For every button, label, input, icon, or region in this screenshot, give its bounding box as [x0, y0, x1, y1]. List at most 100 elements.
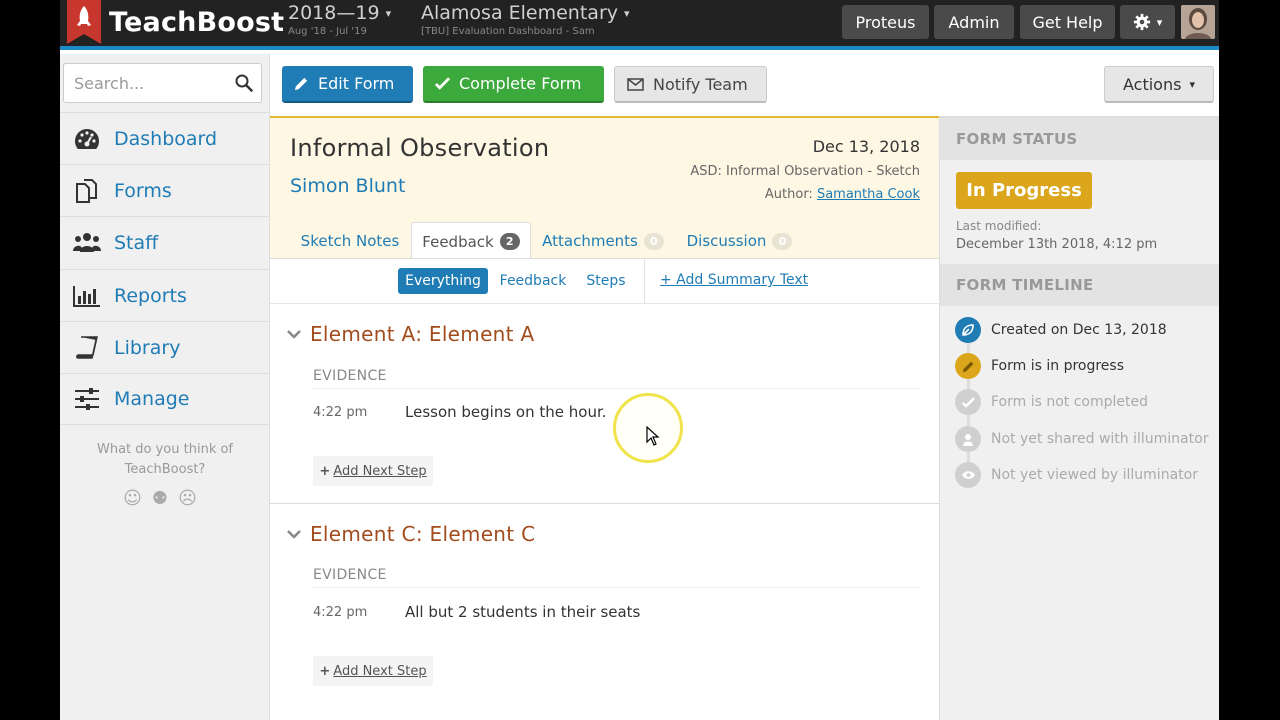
teacher-name-link[interactable]: Simon Blunt [290, 175, 405, 197]
notify-team-label: Notify Team [653, 74, 748, 94]
timeline-text: Form is in progress [991, 358, 1124, 374]
complete-form-label: Complete Form [459, 74, 582, 93]
tab-label: Sketch Notes [300, 232, 400, 250]
element-title: Element C: Element C [310, 522, 536, 546]
sidebar-item-staff[interactable]: Staff [60, 216, 270, 268]
divider [313, 587, 919, 588]
chevron-down-icon[interactable] [286, 528, 302, 540]
tab-discussion[interactable]: Discussion 0 [682, 222, 797, 260]
evidence-text: Lesson begins on the hour. [405, 403, 607, 421]
brand-name[interactable]: TeachBoost [109, 7, 284, 38]
gear-icon [1133, 13, 1150, 31]
dashboard-icon [75, 128, 99, 149]
filter-everything[interactable]: Everything [398, 268, 488, 294]
add-next-step-button[interactable]: + Add Next Step [313, 456, 433, 486]
sidebar-item-manage[interactable]: Manage [60, 373, 270, 425]
chevron-down-icon[interactable] [286, 328, 302, 340]
mouse-pointer-icon [646, 426, 660, 446]
timeline-item: Form is in progress [955, 353, 1215, 379]
filter-feedback[interactable]: Feedback [494, 268, 572, 294]
sidebar-item-label: Library [114, 336, 181, 359]
element-header[interactable]: Element C: Element C [286, 522, 535, 546]
author-link[interactable]: Samantha Cook [817, 187, 920, 202]
forms-icon [76, 178, 97, 203]
notify-team-button[interactable]: Notify Team [614, 66, 767, 103]
caret-down-icon: ▾ [1156, 15, 1163, 29]
feedback-question: What do you think of TeachBoost? [96, 442, 234, 477]
happy-face-icon[interactable]: ☺ [123, 488, 152, 509]
tab-label: Discussion [686, 232, 767, 250]
divider [644, 259, 645, 305]
edit-form-button[interactable]: Edit Form [282, 66, 413, 103]
plus-icon: + [319, 663, 331, 679]
feedback-faces[interactable]: ☺⚉☹ [60, 488, 270, 509]
timeline-text: Created on Dec 13, 2018 [991, 322, 1167, 338]
school-year-selector[interactable]: 2018—19 ▾ Aug '18 - Jul '19 [288, 2, 391, 37]
sidebar-item-library[interactable]: Library [60, 321, 270, 373]
top-bar: TeachBoost 2018—19 ▾ Aug '18 - Jul '19 A… [60, 0, 1219, 50]
evidence-time: 4:22 pm [313, 605, 368, 620]
form-header: Informal Observation Simon Blunt Dec 13,… [270, 116, 939, 260]
sidebar-item-forms[interactable]: Forms [60, 164, 270, 216]
actions-dropdown-button[interactable]: Actions ▾ [1104, 66, 1214, 103]
leaf-icon [955, 317, 981, 343]
user-avatar[interactable] [1181, 5, 1215, 39]
sidebar: Dashboard Forms Staff Reports [60, 54, 270, 720]
teachboost-logo[interactable] [67, 0, 101, 44]
actions-label: Actions [1123, 74, 1182, 94]
form-author: Author: Samantha Cook [765, 187, 920, 202]
check-icon [435, 77, 450, 90]
sidebar-item-label: Staff [114, 231, 159, 254]
divider [313, 388, 919, 389]
timeline-text: Not yet shared with illuminator [991, 431, 1209, 447]
search-icon[interactable] [235, 74, 253, 92]
library-icon [76, 335, 98, 359]
count-badge: 0 [643, 232, 664, 250]
add-next-step-button[interactable]: + Add Next Step [313, 656, 433, 686]
dashboard-name: [TBU] Evaluation Dashboard - Sam [421, 26, 595, 37]
add-summary-text-link[interactable]: + Add Summary Text [660, 272, 808, 288]
search-box[interactable] [63, 63, 262, 103]
person-icon [955, 426, 981, 452]
add-next-step-label: Add Next Step [333, 463, 427, 479]
tab-feedback[interactable]: Feedback 2 [411, 222, 531, 260]
neutral-face-icon[interactable]: ⚉ [152, 488, 178, 509]
school-selector[interactable]: Alamosa Elementary ▾ [TBU] Evaluation Da… [421, 2, 630, 37]
count-badge: 2 [499, 233, 520, 250]
form-date: Dec 13, 2018 [812, 137, 920, 156]
proteus-button[interactable]: Proteus [842, 5, 929, 39]
form-status-panel: FORM STATUS In Progress Last modified: D… [939, 116, 1219, 720]
form-status-header: FORM STATUS [940, 118, 1219, 160]
form-toolbar: Edit Form Complete Form Notify Team Acti… [270, 54, 1219, 116]
last-modified-label: Last modified: [956, 219, 1042, 233]
status-badge: In Progress [956, 172, 1092, 209]
divider [270, 503, 939, 504]
settings-menu-button[interactable]: ▾ [1120, 5, 1175, 39]
evidence-label: EVIDENCE [313, 368, 387, 384]
school-name: Alamosa Elementary [421, 2, 618, 24]
search-input[interactable] [74, 72, 234, 94]
complete-form-button[interactable]: Complete Form [423, 66, 604, 103]
filter-steps[interactable]: Steps [578, 268, 634, 294]
pencil-icon [955, 353, 981, 379]
tab-label: Feedback [422, 232, 494, 251]
get-help-button[interactable]: Get Help [1020, 5, 1115, 39]
element-header[interactable]: Element A: Element A [286, 322, 534, 346]
timeline-text: Form is not completed [991, 394, 1149, 410]
feedback-content: Element A: Element A EVIDENCE 4:22 pm Le… [270, 304, 939, 720]
reports-icon [73, 285, 100, 307]
tab-sketch-notes[interactable]: Sketch Notes [290, 222, 410, 260]
manage-icon [75, 388, 99, 410]
sidebar-item-label: Manage [114, 388, 190, 410]
tab-attachments[interactable]: Attachments 0 [538, 222, 668, 260]
element-title: Element A: Element A [310, 322, 535, 346]
sidebar-item-dashboard[interactable]: Dashboard [60, 112, 270, 164]
sad-face-icon[interactable]: ☹ [178, 488, 207, 509]
app-window: TeachBoost 2018—19 ▾ Aug '18 - Jul '19 A… [60, 0, 1219, 720]
caret-down-icon: ▾ [624, 7, 630, 20]
sidebar-item-reports[interactable]: Reports [60, 269, 270, 321]
form-title: Informal Observation [290, 134, 550, 162]
form-type: ASD: Informal Observation - Sketch [690, 164, 920, 179]
staff-icon [73, 232, 101, 252]
admin-button[interactable]: Admin [934, 5, 1014, 39]
